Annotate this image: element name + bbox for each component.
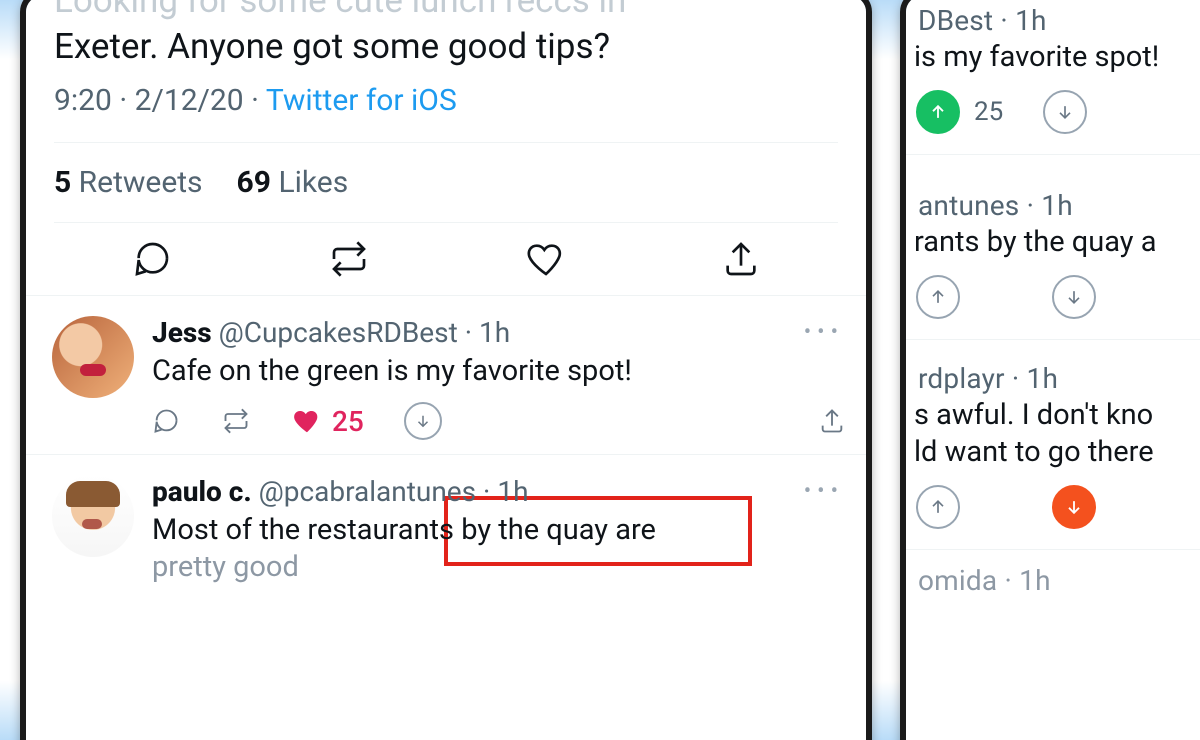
- reply-icon[interactable]: [152, 407, 180, 435]
- vote-row: [912, 261, 1200, 339]
- phone-left: Looking for some cute lunch reccs in Exe…: [20, 0, 872, 740]
- reply-name[interactable]: Jess: [152, 316, 212, 349]
- more-icon[interactable]: •••: [804, 320, 844, 345]
- reply-text: Cafe on the green is my favorite spot!: [152, 353, 846, 390]
- item-text: s awful. I don't kno ld want to go there: [912, 397, 1200, 471]
- reply-handle[interactable]: @CupcakesRDBest: [219, 316, 458, 349]
- tweet-text: Looking for some cute lunch reccs in Exe…: [54, 0, 838, 69]
- tweet-meta: 9:20 · 2/12/20 · Twitter for iOS: [54, 77, 838, 142]
- reply-age: 1h: [497, 475, 528, 508]
- avatar[interactable]: [52, 475, 134, 557]
- reply-text: Most of the restaurants by the quay are …: [152, 512, 846, 586]
- list-item[interactable]: antunes · 1h rants by the quay a: [906, 155, 1200, 340]
- more-icon[interactable]: •••: [804, 479, 844, 504]
- upvote-button[interactable]: [916, 485, 960, 529]
- share-icon[interactable]: [818, 407, 846, 435]
- share-icon[interactable]: [721, 239, 761, 279]
- item-meta: rdplayr · 1h: [912, 354, 1200, 397]
- like-button[interactable]: 25: [292, 405, 364, 438]
- reply-like-count: 25: [332, 405, 364, 438]
- tweet-actions: [54, 223, 838, 295]
- reply-age: 1h: [479, 316, 510, 349]
- tweet-stats[interactable]: 5 Retweets 69 Likes: [54, 143, 838, 222]
- reply-name[interactable]: paulo c.: [152, 475, 252, 508]
- item-meta: antunes · 1h: [912, 181, 1200, 224]
- vote-row: 25: [912, 76, 1200, 154]
- downvote-button[interactable]: [1043, 90, 1087, 134]
- retweet-icon[interactable]: [220, 407, 252, 435]
- tweet-text-line1: Looking for some cute lunch reccs in: [54, 0, 626, 21]
- right-screen: DBest · 1h is my favorite spot! 25 antun…: [906, 0, 1200, 740]
- tweet-text-line2: Exeter. Anyone got some good tips?: [54, 26, 610, 67]
- item-meta: DBest · 1h: [912, 0, 1200, 39]
- item-text: rants by the quay a: [912, 224, 1200, 261]
- reply-actions: 25: [152, 402, 846, 440]
- phone-right: DBest · 1h is my favorite spot! 25 antun…: [900, 0, 1200, 740]
- reply-header: paulo c. @pcabralantunes · 1h: [152, 475, 846, 508]
- item-text: is my favorite spot!: [912, 39, 1200, 76]
- list-item[interactable]: DBest · 1h is my favorite spot! 25: [906, 0, 1200, 155]
- reply-header: Jess @CupcakesRDBest · 1h: [152, 316, 846, 349]
- reply-handle[interactable]: @pcabralantunes: [259, 475, 477, 508]
- stage: Looking for some cute lunch reccs in Exe…: [0, 0, 1200, 740]
- main-tweet[interactable]: Looking for some cute lunch reccs in Exe…: [26, 0, 866, 295]
- downvote-button[interactable]: [1052, 275, 1096, 319]
- avatar[interactable]: [52, 316, 134, 398]
- list-item[interactable]: rdplayr · 1h s awful. I don't kno ld wan…: [906, 340, 1200, 550]
- reply-item[interactable]: paulo c. @pcabralantunes · 1h Most of th…: [26, 455, 866, 600]
- tweet-time: 9:20: [54, 83, 112, 118]
- vote-row: [912, 471, 1200, 549]
- upvote-button[interactable]: [916, 90, 960, 134]
- retweet-icon[interactable]: [327, 239, 371, 279]
- retweet-count[interactable]: 5 Retweets: [54, 165, 203, 200]
- reply-icon[interactable]: [132, 239, 172, 279]
- like-count[interactable]: 69 Likes: [237, 165, 349, 200]
- downvote-button[interactable]: [404, 402, 442, 440]
- tweet-date: 2/12/20: [135, 83, 244, 118]
- downvote-button[interactable]: [1052, 485, 1096, 529]
- item-meta: omida · 1h: [912, 556, 1200, 599]
- upvote-count: 25: [974, 97, 1003, 127]
- reply-item[interactable]: Jess @CupcakesRDBest · 1h Cafe on the gr…: [26, 296, 866, 455]
- list-item[interactable]: omida · 1h: [906, 550, 1200, 599]
- like-icon[interactable]: [526, 239, 566, 279]
- left-screen: Looking for some cute lunch reccs in Exe…: [26, 0, 866, 740]
- upvote-button[interactable]: [916, 275, 960, 319]
- tweet-source-link[interactable]: Twitter for iOS: [266, 83, 457, 118]
